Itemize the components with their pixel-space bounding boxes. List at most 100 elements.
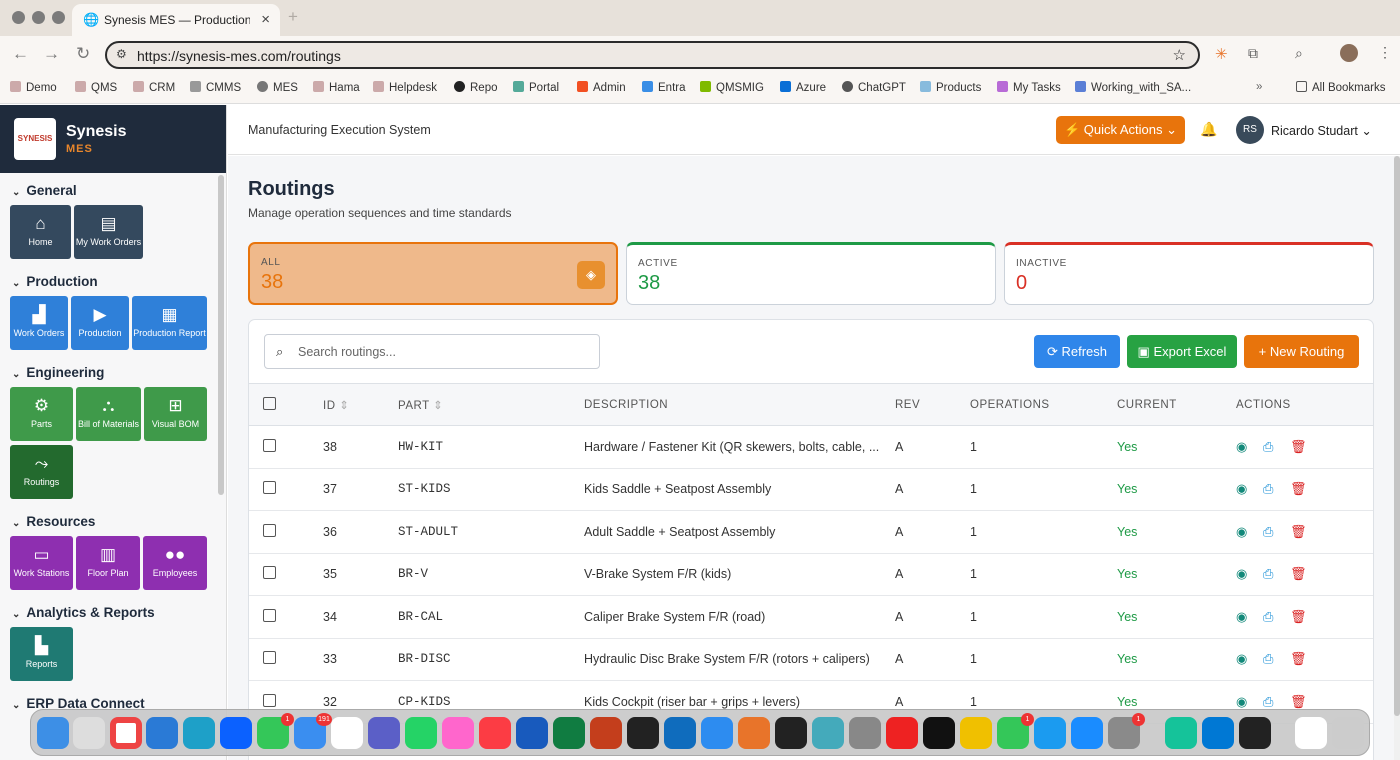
window-minimize-button[interactable]: [32, 11, 45, 24]
sidebar-item-parts[interactable]: ⚙ Parts: [10, 387, 73, 441]
row-checkbox[interactable]: [263, 481, 276, 495]
sidebar-item-routings[interactable]: ⤳ Routings: [10, 445, 73, 499]
bookmark-item[interactable]: My Tasks: [997, 81, 1061, 94]
close-tab-icon[interactable]: ×: [261, 11, 270, 28]
delete-icon[interactable]: 🗑: [1290, 609, 1317, 625]
bookmark-item[interactable]: Entra: [642, 81, 686, 94]
bookmark-item[interactable]: Azure: [780, 81, 826, 94]
teams-icon[interactable]: [368, 717, 400, 749]
youtube-icon[interactable]: [886, 717, 918, 749]
dropbox-icon[interactable]: [220, 717, 252, 749]
table-row[interactable]: 34 BR-CAL Caliper Brake System F/R (road) A…: [249, 595, 1373, 639]
stat-card-active[interactable]: ACTIVE 38: [626, 242, 996, 305]
back-icon[interactable]: ←: [12, 44, 29, 64]
sidebar-item-bill-of-materials[interactable]: ⛬ Bill of Materials: [76, 387, 141, 441]
apple-tv-icon[interactable]: [923, 717, 955, 749]
menu-icon[interactable]: ⋮: [1378, 44, 1392, 61]
section-engineering[interactable]: ⌄ Engineering: [12, 365, 104, 380]
row-checkbox[interactable]: [263, 566, 276, 580]
view-icon[interactable]: ◉: [1236, 694, 1263, 710]
new-routing-button[interactable]: + New Routing: [1244, 335, 1359, 368]
time-machine-icon[interactable]: [812, 717, 844, 749]
app-store-icon[interactable]: [1071, 717, 1103, 749]
column-header-id[interactable]: ID ⇕: [323, 383, 398, 426]
grammarly-icon[interactable]: [1165, 717, 1197, 749]
s-app-icon[interactable]: [701, 717, 733, 749]
delete-icon[interactable]: 🗑: [1290, 524, 1317, 540]
table-row[interactable]: 37 ST-KIDS Kids Saddle + Seatpost Assembly…: [249, 468, 1373, 511]
window-close-button[interactable]: [12, 11, 25, 24]
user-avatar[interactable]: RS: [1236, 116, 1264, 144]
launchpad-icon[interactable]: [73, 717, 105, 749]
table-row[interactable]: 33 BR-DISC Hydraulic Disc Brake System F/R…: [249, 638, 1373, 681]
print-icon[interactable]: ⎙: [1263, 439, 1290, 455]
sidebar-item-employees[interactable]: ●● Employees: [143, 536, 207, 590]
print-icon[interactable]: ⎙: [1263, 566, 1290, 582]
bookmarks-overflow-icon[interactable]: »: [1256, 81, 1262, 93]
select-all-checkbox[interactable]: [263, 396, 276, 410]
sidebar-item-work-orders[interactable]: ▟ Work Orders: [10, 296, 68, 350]
sidebar-scrollbar[interactable]: [218, 175, 224, 495]
bookmark-item[interactable]: Hama: [313, 81, 360, 94]
music-icon[interactable]: [479, 717, 511, 749]
calendar-icon[interactable]: [331, 717, 363, 749]
sidebar-item-reports[interactable]: ▙ Reports: [10, 627, 73, 681]
stat-card-all[interactable]: ALL 38 ◈: [248, 242, 618, 305]
table-row[interactable]: 36 ST-ADULT Adult Saddle + Seatpost Assemb…: [249, 510, 1373, 554]
notifications-bell-icon[interactable]: 🔔: [1200, 121, 1217, 138]
delete-icon[interactable]: 🗑: [1290, 481, 1317, 497]
bookmark-item[interactable]: Repo: [454, 81, 498, 94]
windows-app-icon[interactable]: [146, 717, 178, 749]
browser-tab[interactable]: 🌐 Synesis MES — Production Tr ×: [72, 4, 280, 36]
photos-icon[interactable]: [442, 717, 474, 749]
trash-icon[interactable]: [1332, 717, 1364, 749]
activity-monitor-icon[interactable]: [775, 717, 807, 749]
sidebar-item-production[interactable]: ▶ Production: [71, 296, 129, 350]
new-tab-icon[interactable]: +: [288, 7, 298, 27]
stat-card-inactive[interactable]: INACTIVE 0: [1004, 242, 1374, 305]
bookmark-item[interactable]: Products: [920, 81, 981, 94]
row-checkbox[interactable]: [263, 438, 276, 452]
bookmark-item[interactable]: Admin: [577, 81, 626, 94]
view-icon[interactable]: ◉: [1236, 609, 1263, 625]
export-excel-button[interactable]: ▣ Export Excel: [1127, 335, 1237, 368]
reload-icon[interactable]: ↻: [76, 44, 90, 64]
bookmark-item[interactable]: MES: [257, 81, 298, 94]
view-icon[interactable]: ◉: [1236, 524, 1263, 540]
profile-avatar[interactable]: [1340, 44, 1358, 62]
delete-icon[interactable]: 🗑: [1290, 566, 1317, 582]
site-info-icon[interactable]: ⚙: [116, 47, 127, 61]
vscode-icon[interactable]: [1202, 717, 1234, 749]
bookmark-item[interactable]: Working_with_SA...: [1075, 81, 1191, 94]
refresh-button[interactable]: ⟳ Refresh: [1034, 335, 1120, 368]
sidebar-item-production-report[interactable]: ▦ Production Report: [132, 296, 207, 350]
quick-actions-button[interactable]: ⚡ Quick Actions ⌄: [1056, 116, 1185, 144]
bookmark-item[interactable]: CRM: [133, 81, 175, 94]
section-general[interactable]: ⌄ General: [12, 183, 77, 198]
edge-icon[interactable]: [183, 717, 215, 749]
section-analytics-reports[interactable]: ⌄ Analytics & Reports: [12, 605, 155, 620]
window-zoom-button[interactable]: [52, 11, 65, 24]
bookmark-item[interactable]: ChatGPT: [842, 81, 906, 94]
row-checkbox[interactable]: [263, 651, 276, 665]
bookmark-item[interactable]: Demo: [10, 81, 57, 94]
claude-extension-icon[interactable]: ✳: [1215, 45, 1228, 63]
contacts-icon[interactable]: [849, 717, 881, 749]
view-icon[interactable]: ◉: [1236, 651, 1263, 667]
whatsapp-icon[interactable]: [405, 717, 437, 749]
section-production[interactable]: ⌄ Production: [12, 274, 98, 289]
outlook-icon[interactable]: [664, 717, 696, 749]
bookmark-item[interactable]: QMSMIG: [700, 81, 764, 94]
print-icon[interactable]: ⎙: [1263, 651, 1290, 667]
view-icon[interactable]: ◉: [1236, 566, 1263, 582]
preview-icon[interactable]: [960, 717, 992, 749]
delete-icon[interactable]: 🗑: [1290, 651, 1317, 667]
downloads-folder-icon[interactable]: [1295, 717, 1327, 749]
print-icon[interactable]: ⎙: [1263, 694, 1290, 710]
sidebar-item-floor-plan[interactable]: ▥ Floor Plan: [76, 536, 140, 590]
row-checkbox[interactable]: [263, 693, 276, 707]
scrollbar-thumb[interactable]: [1394, 156, 1400, 716]
address-bar[interactable]: ⚙ https://synesis-mes.com/routings ☆: [105, 41, 1200, 69]
extensions-icon[interactable]: ⧉: [1248, 45, 1258, 62]
print-icon[interactable]: ⎙: [1263, 481, 1290, 497]
